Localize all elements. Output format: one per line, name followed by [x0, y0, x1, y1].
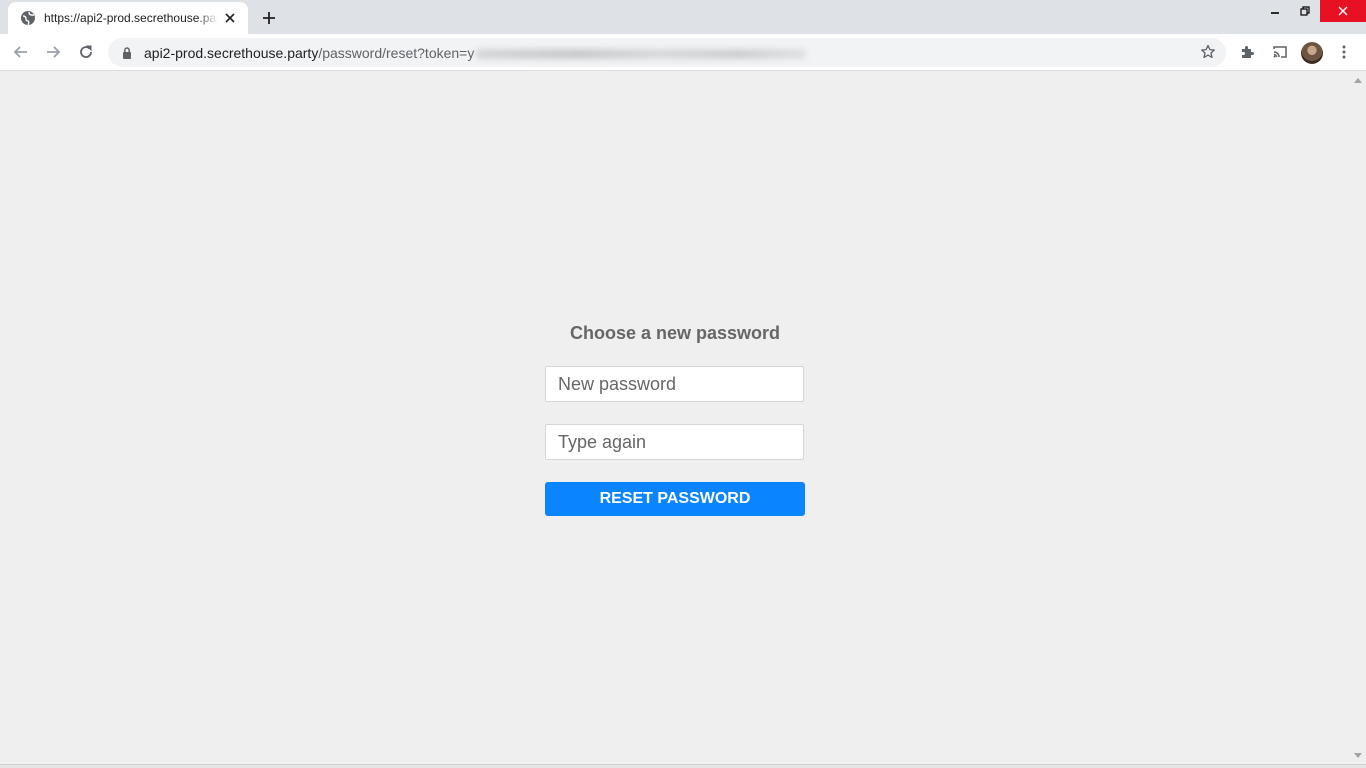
scroll-up-arrow-icon[interactable]: [1352, 74, 1364, 86]
reset-password-button[interactable]: RESET PASSWORD: [545, 482, 805, 516]
confirm-password-input[interactable]: [545, 424, 804, 460]
window-close-icon[interactable]: [1320, 0, 1366, 22]
scroll-down-arrow-icon[interactable]: [1352, 750, 1364, 762]
profile-avatar[interactable]: [1301, 42, 1323, 64]
tab-title: https://api2-prod.secrethouse.party/pass…: [44, 11, 218, 25]
forward-arrow-icon[interactable]: [39, 38, 67, 66]
new-password-input[interactable]: [545, 366, 804, 402]
restore-icon[interactable]: [1290, 0, 1320, 22]
back-arrow-icon[interactable]: [7, 38, 35, 66]
address-bar[interactable]: api2-prod.secrethouse.party/password/res…: [108, 38, 1226, 67]
reload-icon[interactable]: [72, 38, 100, 66]
cast-icon[interactable]: [1266, 38, 1294, 66]
url-path: /password/reset?token=y: [318, 44, 475, 61]
minimize-icon[interactable]: [1260, 0, 1290, 22]
reset-password-form: Choose a new password RESET PASSWORD: [545, 320, 805, 516]
new-tab-button[interactable]: [258, 7, 280, 29]
bookmark-star-icon[interactable]: [1200, 44, 1216, 60]
close-tab-icon[interactable]: [222, 10, 238, 26]
form-title: Choose a new password: [569, 323, 781, 343]
extensions-puzzle-icon[interactable]: [1233, 38, 1261, 66]
browser-toolbar: api2-prod.secrethouse.party/password/res…: [0, 34, 1366, 71]
window-controls: [1260, 0, 1366, 22]
browser-tab[interactable]: https://api2-prod.secrethouse.party/pass…: [8, 2, 248, 34]
url-text: api2-prod.secrethouse.party/password/res…: [144, 44, 807, 61]
lock-icon[interactable]: [120, 46, 134, 60]
menu-kebab-icon[interactable]: [1330, 38, 1358, 66]
tab-strip: https://api2-prod.secrethouse.party/pass…: [0, 0, 1366, 34]
redacted-token: [476, 48, 807, 59]
globe-icon: [20, 10, 36, 26]
bottom-edge: [0, 764, 1366, 768]
url-host: api2-prod.secrethouse.party: [144, 44, 319, 61]
